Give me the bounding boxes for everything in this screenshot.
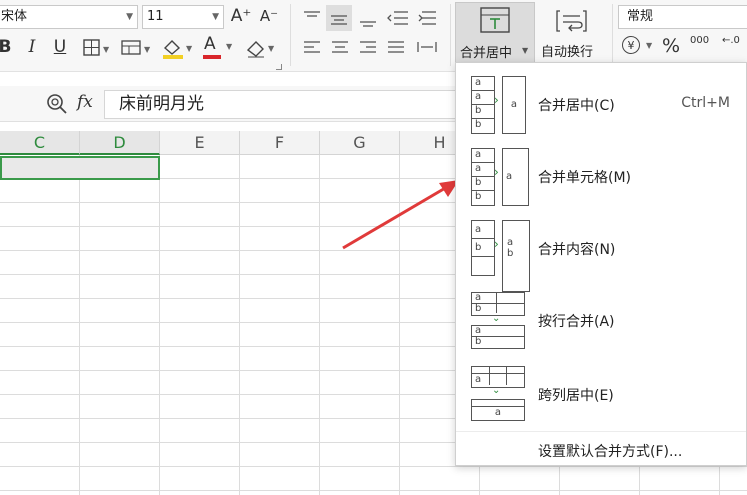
columns-centered-icon: a bbox=[471, 399, 525, 421]
currency-icon: ¥ bbox=[622, 36, 640, 54]
divider bbox=[290, 4, 291, 66]
svg-text:▼: ▼ bbox=[144, 45, 151, 54]
merge-cells-icon: a a b b bbox=[471, 148, 495, 206]
thousands-separator-button[interactable]: 000 bbox=[690, 35, 714, 46]
menu-item-shortcut: Ctrl+M bbox=[681, 95, 730, 111]
chevron-down-icon: ▼ bbox=[126, 12, 133, 22]
menu-item-center-across[interactable]: a ⌄ a 跨列居中(E) bbox=[456, 361, 746, 427]
currency-button[interactable]: ¥ ▼ bbox=[622, 36, 658, 58]
increase-font-size-button[interactable]: A⁺ bbox=[230, 5, 252, 27]
insert-function-button[interactable]: fx bbox=[77, 92, 93, 112]
merge-cells-icon bbox=[480, 7, 510, 33]
menu-item-label: 按行合并(A) bbox=[538, 314, 615, 330]
font-size-value: 11 bbox=[147, 9, 164, 24]
bold-button[interactable]: B bbox=[0, 36, 13, 58]
menu-item-merge-center[interactable]: a a b b › a 合并居中(C) Ctrl+M bbox=[456, 71, 746, 137]
wrap-text-label: 自动换行 bbox=[541, 45, 594, 60]
table-style-icon: ▼ bbox=[121, 40, 151, 55]
column-header-d[interactable]: D bbox=[80, 131, 160, 155]
borders-button[interactable]: ▼ bbox=[82, 38, 114, 58]
arrow-right-icon: › bbox=[494, 237, 499, 251]
column-header-e[interactable]: E bbox=[160, 131, 240, 155]
chevron-down-icon: ▼ bbox=[522, 46, 529, 55]
thousands-label: 000 bbox=[690, 35, 710, 46]
clear-format-button[interactable]: ▼ bbox=[244, 36, 278, 60]
menu-item-merge-by-row[interactable]: a b ⌄ a b 按行合并(A) bbox=[456, 287, 746, 353]
alignment-icons bbox=[304, 5, 437, 53]
menu-item-label: 跨列居中(E) bbox=[538, 388, 614, 404]
paint-bucket-icon: ▼ bbox=[163, 40, 193, 59]
font-size-select[interactable]: 11 ▼ bbox=[142, 5, 224, 29]
percent-button[interactable]: % bbox=[660, 35, 682, 57]
divider bbox=[450, 4, 451, 66]
chevron-down-icon: ▼ bbox=[646, 41, 653, 50]
border-grid-icon: ▼ bbox=[83, 39, 110, 56]
zoom-search-icon[interactable] bbox=[46, 93, 68, 115]
svg-text:▼: ▼ bbox=[186, 44, 193, 53]
eraser-icon: ▼ bbox=[246, 41, 275, 58]
menu-item-merge-content[interactable]: a b › ab 合并内容(N) bbox=[456, 215, 746, 292]
menu-item-label: 设置默认合并方式(F)... bbox=[538, 444, 683, 460]
formula-input[interactable]: 床前明月光 bbox=[104, 90, 464, 119]
menu-item-label: 合并居中(C) bbox=[538, 98, 615, 114]
menu-item-label: 合并内容(N) bbox=[538, 242, 616, 258]
merge-center-label: 合并居中 bbox=[460, 46, 513, 61]
menu-item-merge-cells[interactable]: a a b b › a 合并单元格(M) bbox=[456, 143, 746, 209]
increase-decimal-button[interactable]: ←.0 bbox=[722, 35, 747, 46]
wrap-text-button[interactable]: 自动换行 bbox=[538, 2, 606, 64]
font-name-select[interactable]: 宋体 ▼ bbox=[0, 5, 138, 29]
chevron-down-icon: ▼ bbox=[226, 42, 233, 51]
column-header-c[interactable]: C bbox=[0, 131, 80, 155]
divider bbox=[612, 4, 613, 66]
arrow-right-icon: › bbox=[494, 93, 499, 107]
decrease-font-size-button[interactable]: A⁻ bbox=[258, 5, 280, 27]
font-name-value: 宋体 bbox=[1, 9, 28, 24]
font-color-letter: A bbox=[204, 34, 216, 54]
number-format-value: 常规 bbox=[627, 9, 654, 24]
cell-style-button[interactable]: ▼ bbox=[120, 38, 154, 58]
column-header-g[interactable]: G bbox=[320, 131, 400, 155]
merged-cell-icon: a bbox=[502, 76, 526, 134]
annotation-arrow-icon bbox=[342, 180, 459, 250]
merge-center-icon: a a b b bbox=[471, 76, 495, 134]
merged-cell-icon: a bbox=[502, 148, 529, 206]
merged-content-cell-icon: ab bbox=[502, 220, 530, 292]
merge-center-button[interactable]: 合并居中 ▼ bbox=[455, 2, 535, 64]
chevron-down-icon: ▼ bbox=[212, 12, 219, 22]
font-color-swatch bbox=[203, 55, 221, 59]
number-format-select[interactable]: 常规 bbox=[618, 5, 747, 29]
font-dialog-launcher-icon[interactable] bbox=[276, 64, 282, 70]
fill-color-button[interactable]: ▼ bbox=[160, 36, 196, 60]
font-color-button[interactable]: A ▼ bbox=[202, 34, 236, 60]
svg-text:▼: ▼ bbox=[103, 45, 110, 54]
chevron-down-icon: ⌄ bbox=[492, 385, 501, 396]
wrap-text-icon bbox=[556, 10, 587, 32]
increase-decimal-icon: ←.0 bbox=[722, 35, 740, 46]
svg-text:▼: ▼ bbox=[268, 44, 275, 53]
menu-item-set-default[interactable]: 设置默认合并方式(F)... bbox=[456, 437, 746, 463]
column-header-f[interactable]: F bbox=[240, 131, 320, 155]
italic-button[interactable]: I bbox=[22, 36, 42, 58]
menu-item-label: 合并单元格(M) bbox=[538, 170, 632, 186]
chevron-down-icon: ⌄ bbox=[492, 313, 501, 324]
merge-content-icon: a b bbox=[471, 220, 495, 276]
arrow-right-icon: › bbox=[494, 165, 499, 179]
selected-cell-range[interactable] bbox=[0, 156, 160, 180]
row-merged-icon: a b bbox=[471, 325, 525, 349]
merge-dropdown-menu: a a b b › a 合并居中(C) Ctrl+M a a b b › a 合… bbox=[455, 62, 747, 466]
menu-divider bbox=[456, 431, 746, 432]
alignment-group bbox=[298, 4, 446, 66]
underline-button[interactable]: U bbox=[50, 36, 70, 58]
